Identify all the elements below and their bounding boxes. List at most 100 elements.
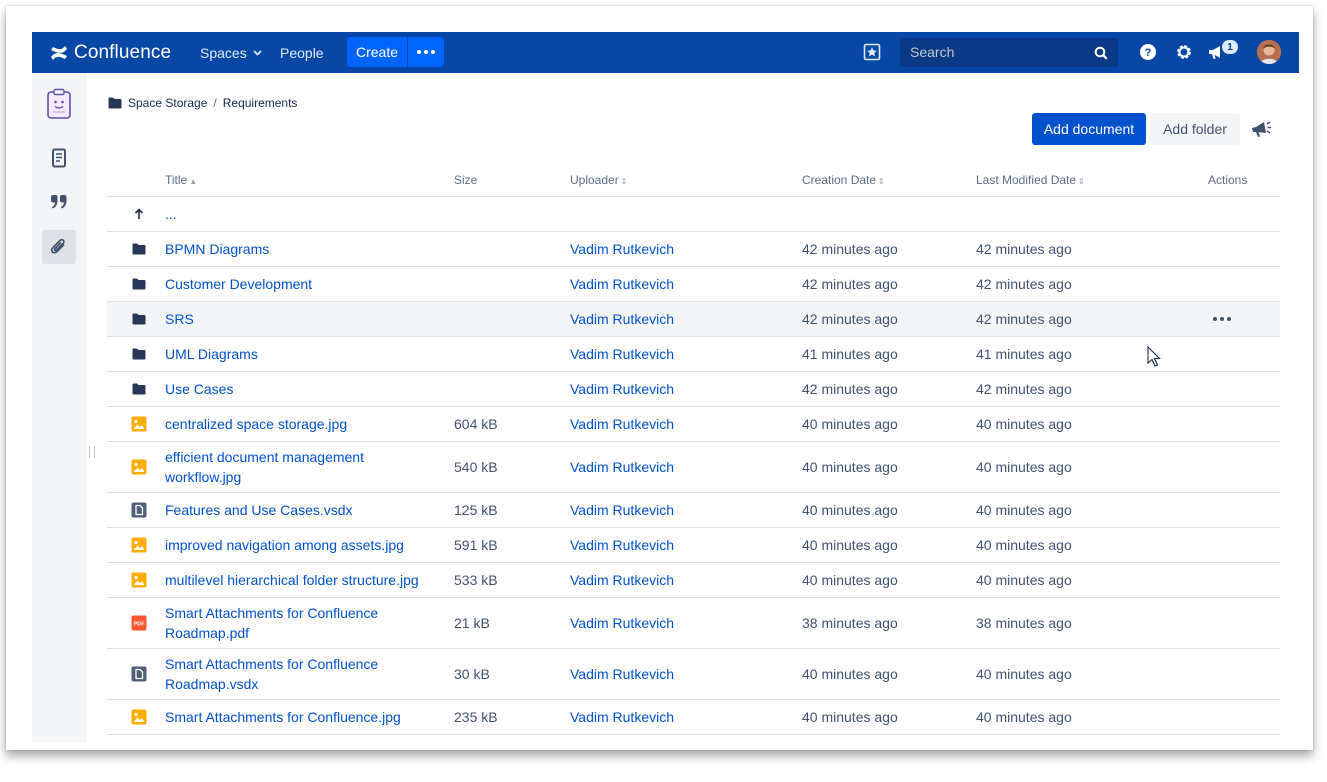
feedback-megaphone-icon[interactable] xyxy=(1250,119,1272,139)
column-header-last-modified[interactable]: Last Modified Date ⇕ xyxy=(976,163,1085,199)
table-row[interactable]: centralized space storage.jpg 604 kB Vadim… xyxy=(107,407,1280,442)
file-title-link[interactable]: BPMN Diagrams xyxy=(165,232,435,266)
sort-ascending-icon: ▲ xyxy=(189,177,198,186)
sidebar-attachments[interactable] xyxy=(42,230,76,264)
sidebar-resize-handle[interactable] xyxy=(89,446,95,458)
file-title-link[interactable]: efficient document management workflow.j… xyxy=(165,442,435,492)
file-title-link[interactable]: Smart Attachments for Confluence.jpg xyxy=(165,700,435,734)
uploader-link[interactable]: Vadim Rutkevich xyxy=(570,493,674,527)
table-row[interactable]: improved navigation among assets.jpg 591 … xyxy=(107,528,1280,563)
file-title-link[interactable]: Features and Use Cases.vsdx xyxy=(165,493,435,527)
nav-spaces-label: Spaces xyxy=(200,44,247,61)
uploader-link[interactable]: Vadim Rutkevich xyxy=(570,407,674,441)
document-file-icon xyxy=(131,649,147,699)
column-header-uploader[interactable]: Uploader ⇕ xyxy=(570,163,627,199)
creation-date: 40 minutes ago xyxy=(802,572,898,588)
more-dots-icon xyxy=(1213,317,1231,321)
nav-spaces[interactable]: Spaces xyxy=(200,32,262,73)
file-title-link[interactable]: Smart Attachments for Confluence Roadmap… xyxy=(165,598,435,648)
folder-icon xyxy=(131,337,147,371)
confluence-app: Confluence Spaces People Create Search ? xyxy=(32,32,1299,742)
create-button[interactable]: Create xyxy=(347,37,407,67)
create-more-button[interactable] xyxy=(408,37,444,67)
last-modified-date: 40 minutes ago xyxy=(976,416,1072,432)
svg-text:PDF: PDF xyxy=(134,622,146,628)
uploader-link[interactable]: Vadim Rutkevich xyxy=(570,700,674,734)
breadcrumb-space-storage[interactable]: Space Storage xyxy=(128,96,207,110)
file-title-link[interactable]: Customer Development xyxy=(165,267,435,301)
add-folder-button[interactable]: Add folder xyxy=(1150,113,1240,145)
file-title-link[interactable]: UML Diagrams xyxy=(165,337,435,371)
uploader-link[interactable]: Vadim Rutkevich xyxy=(570,598,674,648)
uploader-link[interactable]: Vadim Rutkevich xyxy=(570,267,674,301)
search-input[interactable]: Search xyxy=(900,38,1118,67)
folder-icon xyxy=(131,232,147,266)
table-row[interactable]: PDF Smart Attachments for Confluence Road… xyxy=(107,598,1280,649)
parent-folder-link[interactable]: ... xyxy=(165,197,435,231)
creation-date: 40 minutes ago xyxy=(802,666,898,682)
file-size: 235 kB xyxy=(454,709,498,725)
column-header-creation-date[interactable]: Creation Date ⇕ xyxy=(802,163,885,199)
uploader-header-label: Uploader xyxy=(570,173,619,187)
uploader-link[interactable]: Vadim Rutkevich xyxy=(570,442,674,492)
settings-gear-icon[interactable] xyxy=(1175,43,1193,61)
file-title-link[interactable]: multilevel hierarchical folder structure… xyxy=(165,563,435,597)
column-header-actions: Actions xyxy=(1208,163,1247,197)
last-modified-date: 40 minutes ago xyxy=(976,502,1072,518)
last-modified-date: 40 minutes ago xyxy=(976,709,1072,725)
user-avatar[interactable] xyxy=(1257,40,1281,64)
more-dots-icon xyxy=(417,50,435,54)
help-icon[interactable]: ? xyxy=(1139,43,1157,61)
creation-date-header-label: Creation Date xyxy=(802,173,877,187)
uploader-link[interactable]: Vadim Rutkevich xyxy=(570,563,674,597)
file-title-link[interactable]: centralized space storage.jpg xyxy=(165,407,435,441)
table-row[interactable]: Features and Use Cases.vsdx 125 kB Vadim R… xyxy=(107,493,1280,528)
confluence-logo[interactable]: Confluence xyxy=(50,32,171,73)
file-size: 591 kB xyxy=(454,537,498,553)
last-modified-date: 40 minutes ago xyxy=(976,459,1072,475)
table-row[interactable]: SRS Vadim Rutkevich 42 minutes ago 42 minut… xyxy=(107,302,1280,337)
file-title-link[interactable]: Use Cases xyxy=(165,372,435,406)
parent-folder-row[interactable]: ... xyxy=(107,197,1280,232)
space-logo[interactable] xyxy=(42,87,76,121)
creation-date: 40 minutes ago xyxy=(802,416,898,432)
sidebar-pages[interactable] xyxy=(42,141,76,175)
uploader-link[interactable]: Vadim Rutkevich xyxy=(570,528,674,562)
nav-people[interactable]: People xyxy=(280,32,324,73)
last-modified-date: 40 minutes ago xyxy=(976,666,1072,682)
table-row[interactable]: multilevel hierarchical folder structure… xyxy=(107,563,1280,598)
row-actions-more-button[interactable] xyxy=(1213,302,1231,336)
uploader-link[interactable]: Vadim Rutkevich xyxy=(570,372,674,406)
chevron-down-icon xyxy=(253,49,262,56)
add-document-button[interactable]: Add document xyxy=(1032,113,1146,145)
file-size: 540 kB xyxy=(454,459,498,475)
nav-people-label: People xyxy=(280,44,324,61)
uploader-link[interactable]: Vadim Rutkevich xyxy=(570,232,674,266)
table-row[interactable]: Smart Attachments for Confluence Roadmap… xyxy=(107,649,1280,700)
file-title-link[interactable]: Smart Attachments for Confluence Roadmap… xyxy=(165,649,435,699)
folder-icon xyxy=(131,267,147,301)
column-header-title[interactable]: Title ▲ xyxy=(165,163,197,199)
image-file-icon xyxy=(131,563,147,597)
mouse-cursor-icon xyxy=(1147,346,1161,367)
starred-icon[interactable] xyxy=(863,43,881,61)
uploader-link[interactable]: Vadim Rutkevich xyxy=(570,337,674,371)
table-row[interactable]: Customer Development Vadim Rutkevich 42 mi… xyxy=(107,267,1280,302)
pages-icon xyxy=(52,148,66,168)
search-icon xyxy=(1094,46,1108,60)
uploader-link[interactable]: Vadim Rutkevich xyxy=(570,302,674,336)
quote-icon xyxy=(51,195,67,209)
uploader-link[interactable]: Vadim Rutkevich xyxy=(570,649,674,699)
table-row[interactable]: Use Cases Vadim Rutkevich 42 minutes ago 42… xyxy=(107,372,1280,407)
table-row[interactable]: UML Diagrams Vadim Rutkevich 41 minutes ag… xyxy=(107,337,1280,372)
search-placeholder: Search xyxy=(910,44,955,60)
folder-icon xyxy=(131,372,147,406)
breadcrumb-separator: / xyxy=(213,96,217,110)
table-row[interactable]: BPMN Diagrams Vadim Rutkevich 42 minutes a… xyxy=(107,232,1280,267)
file-title-link[interactable]: SRS xyxy=(165,302,435,336)
sidebar-blog[interactable] xyxy=(42,185,76,219)
file-title-link[interactable]: improved navigation among assets.jpg xyxy=(165,528,435,562)
table-row[interactable]: Smart Attachments for Confluence.jpg 235 … xyxy=(107,700,1280,735)
table-row[interactable]: efficient document management workflow.j… xyxy=(107,442,1280,493)
document-file-icon xyxy=(131,493,147,527)
